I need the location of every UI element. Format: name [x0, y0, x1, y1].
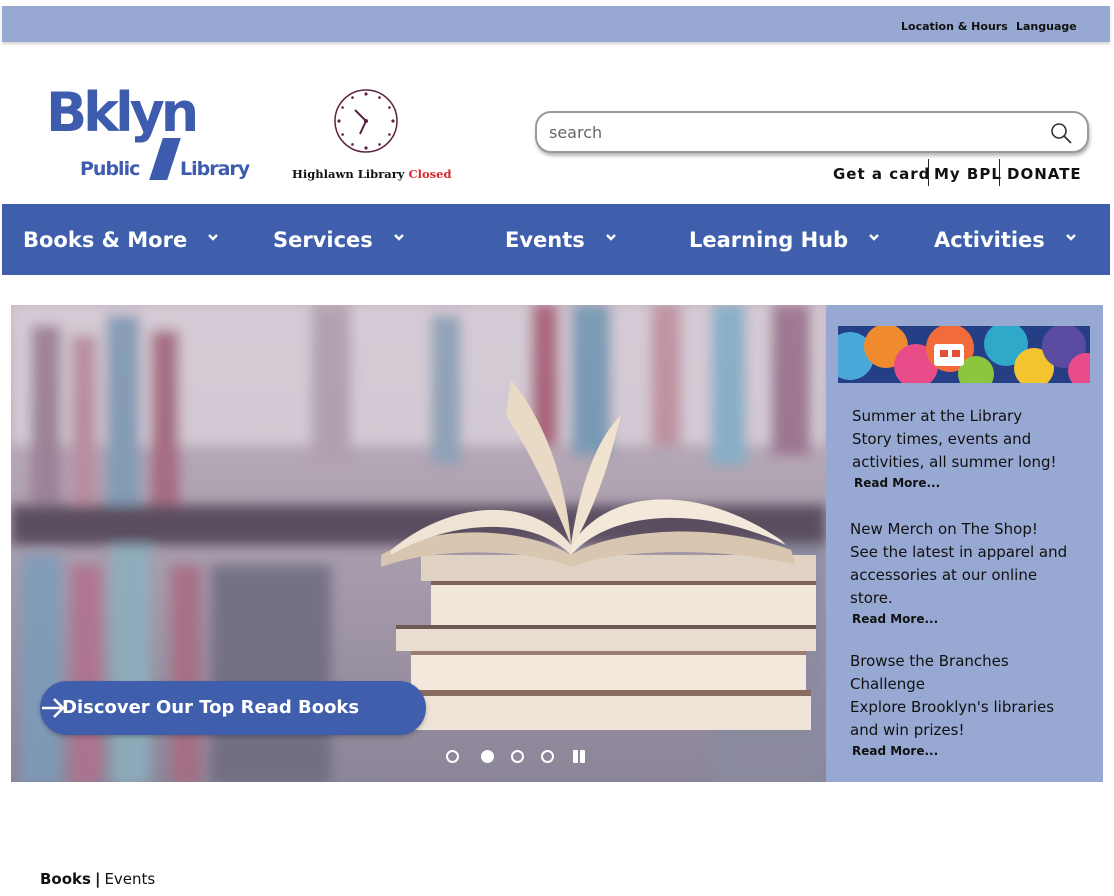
main-nav: Books & More Services Events Learning Hu…: [2, 204, 1110, 275]
nav-events[interactable]: Events: [505, 228, 619, 254]
nav-label: Events: [505, 228, 585, 252]
chevron-down-icon: [1065, 234, 1076, 241]
search-input[interactable]: [549, 121, 1029, 143]
content-tabs: Books | Events: [40, 870, 155, 888]
read-more-link[interactable]: Read More...: [852, 610, 1070, 628]
donate-link[interactable]: DONATE: [1007, 165, 1082, 183]
language-link[interactable]: Language: [1016, 20, 1077, 33]
top-read-books-button[interactable]: Discover Our Top Read Books: [40, 681, 426, 735]
read-more-link[interactable]: Read More...: [852, 742, 1070, 760]
get-card-link[interactable]: Get a card: [833, 165, 930, 183]
news-body: Explore Brooklyn's libraries and win pri…: [850, 698, 1055, 739]
my-bpl-link[interactable]: My BPL: [934, 165, 1002, 183]
chevron-down-icon: [869, 234, 880, 241]
news-item: Browse the Branches Challenge Explore Br…: [850, 650, 1070, 760]
bpl-logo[interactable]: Bklyn Public Library: [46, 86, 272, 186]
nav-activities[interactable]: Activities: [934, 228, 1079, 254]
logo-slash: [149, 138, 181, 180]
summer-banner-image[interactable]: [838, 326, 1090, 383]
nav-label: Activities: [934, 228, 1045, 252]
nav-label: Books & More: [23, 228, 188, 252]
search-box: [535, 111, 1089, 153]
nav-label: Services: [273, 228, 373, 252]
news-body: See the latest in apparel and accessorie…: [850, 543, 1068, 607]
logo-public: Public: [80, 158, 140, 180]
logo-wordmark: Bklyn: [46, 81, 199, 144]
news-body: Story times, events and activities, all …: [852, 430, 1057, 471]
chevron-down-icon: [208, 234, 219, 241]
divider: [999, 159, 1000, 186]
news-item: Summer at the Library Story times, event…: [852, 405, 1082, 492]
news-title: Browse the Branches Challenge: [850, 652, 1009, 693]
tab-books[interactable]: Books: [40, 870, 91, 888]
carousel-dot[interactable]: [446, 750, 459, 763]
hero-carousel: Discover Our Top Read Books: [11, 305, 826, 782]
news-item: New Merch on The Shop! See the latest in…: [850, 518, 1070, 628]
divider: [928, 159, 929, 186]
closed-label: Closed: [408, 167, 452, 181]
carousel-dot-active[interactable]: [481, 750, 494, 763]
branch-status[interactable]: Highlawn Library Closed: [290, 87, 452, 187]
logo-library: Library: [180, 158, 250, 180]
chevron-down-icon: [393, 234, 404, 241]
clock-icon: [334, 89, 398, 153]
nav-books-more[interactable]: Books & More: [23, 228, 221, 254]
news-title: Summer at the Library: [852, 407, 1023, 425]
nav-label: Learning Hub: [689, 228, 849, 252]
tab-separator: |: [94, 870, 101, 888]
nav-learning-hub[interactable]: Learning Hub: [689, 228, 882, 254]
cta-label: Discover Our Top Read Books: [62, 697, 360, 718]
arrow-right-icon: [42, 698, 65, 718]
read-more-link[interactable]: Read More...: [854, 474, 1082, 492]
tab-events[interactable]: Events: [104, 870, 155, 888]
location-hours-link[interactable]: Location & Hours: [901, 20, 1008, 33]
branch-name: Highlawn Library: [292, 167, 405, 181]
carousel-dot[interactable]: [511, 750, 524, 763]
search-icon[interactable]: [1049, 121, 1073, 145]
chevron-down-icon: [605, 234, 616, 241]
nav-services[interactable]: Services: [273, 228, 407, 254]
carousel-dot[interactable]: [541, 750, 554, 763]
news-title: New Merch on The Shop!: [850, 520, 1038, 538]
news-sidebar: Summer at the Library Story times, event…: [826, 305, 1103, 782]
utility-bar: Location & Hours Language: [2, 6, 1110, 42]
pause-icon[interactable]: [572, 750, 586, 763]
branch-hours-status: Highlawn Library Closed: [292, 167, 452, 181]
